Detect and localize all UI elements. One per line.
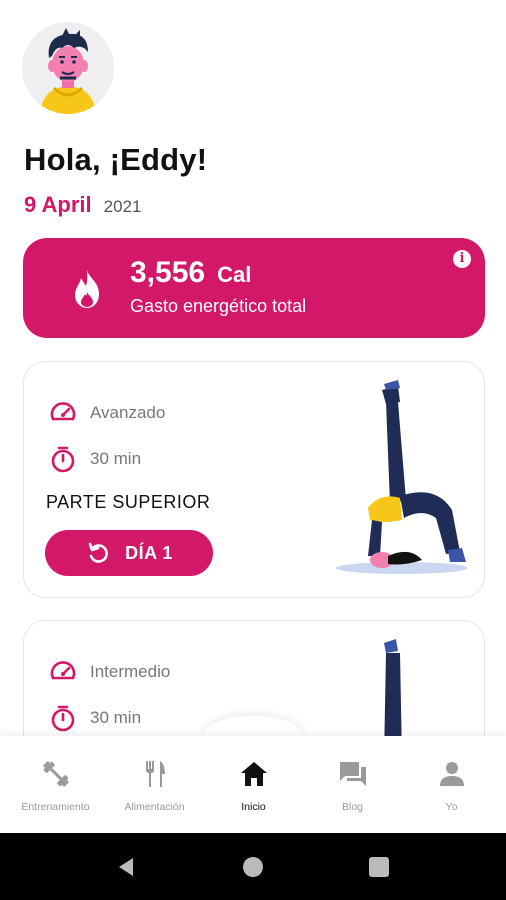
nav-item-entrenamiento[interactable]: Entrenamiento [5, 736, 106, 833]
avatar[interactable] [22, 22, 114, 114]
duration-label: 30 min [90, 449, 142, 468]
recent-apps-icon[interactable] [369, 857, 389, 877]
speedometer-icon [50, 402, 76, 421]
energy-value: 3,556 [130, 256, 206, 289]
energy-label: Gasto energético total [130, 296, 307, 316]
bottom-navigation: Entrenamiento Alimentación Inicio Blog Y… [0, 736, 506, 833]
day-button[interactable]: DÍA 1 [45, 530, 213, 576]
level-row: Avanzado [48, 398, 165, 428]
duration-row: 30 min [48, 444, 141, 474]
page-title: Hola, ¡Eddy! [24, 142, 208, 177]
home-screen: Hola, ¡Eddy! 9 April 2021 3,556 Cal Gast… [0, 0, 506, 900]
workout-card[interactable]: Avanzado 30 min PARTE SUPERIOR DÍA 1 [23, 361, 485, 598]
home-icon [240, 762, 267, 786]
workout-title: PARTE SUPERIOR [46, 492, 211, 512]
level-label: Avanzado [90, 403, 166, 422]
duration-row: 30 min [48, 703, 141, 733]
yoga-pose-illustration [336, 380, 468, 574]
speedometer-icon [50, 661, 76, 680]
stopwatch-icon [51, 705, 75, 732]
stopwatch-icon [51, 446, 75, 473]
system-navigation-bar [0, 833, 506, 900]
nav-item-inicio[interactable]: Inicio [203, 736, 304, 833]
day-button-label: DÍA 1 [125, 542, 173, 563]
chat-icon [339, 762, 366, 786]
date-day-month: 9 April [24, 192, 92, 217]
energy-card[interactable]: 3,556 Cal Gasto energético total i [23, 238, 485, 338]
dumbbell-icon [42, 761, 69, 787]
nav-label: Blog [341, 801, 363, 813]
date-year: 2021 [103, 197, 142, 216]
back-icon[interactable] [115, 856, 137, 878]
nav-item-yo[interactable]: Yo [401, 736, 502, 833]
nav-label: Alimentación [124, 801, 185, 813]
energy-value-row: 3,556 Cal [130, 256, 251, 290]
date-row: 9 April 2021 [24, 192, 141, 218]
fork-knife-icon [145, 761, 165, 787]
avatar-illustration [22, 22, 114, 114]
level-label: Intermedio [90, 662, 171, 681]
nav-item-blog[interactable]: Blog [302, 736, 403, 833]
flame-icon [75, 270, 99, 308]
duration-label: 30 min [90, 708, 142, 727]
home-button-icon[interactable] [243, 857, 263, 877]
nav-label: Inicio [241, 801, 266, 813]
nav-label: Entrenamiento [21, 801, 90, 813]
energy-unit: Cal [217, 262, 252, 287]
person-icon [439, 762, 464, 786]
info-icon[interactable]: i [453, 250, 471, 268]
nav-label: Yo [445, 801, 458, 813]
restart-icon [88, 542, 108, 563]
level-row: Intermedio [48, 657, 170, 687]
nav-item-alimentacion[interactable]: Alimentación [104, 736, 205, 833]
